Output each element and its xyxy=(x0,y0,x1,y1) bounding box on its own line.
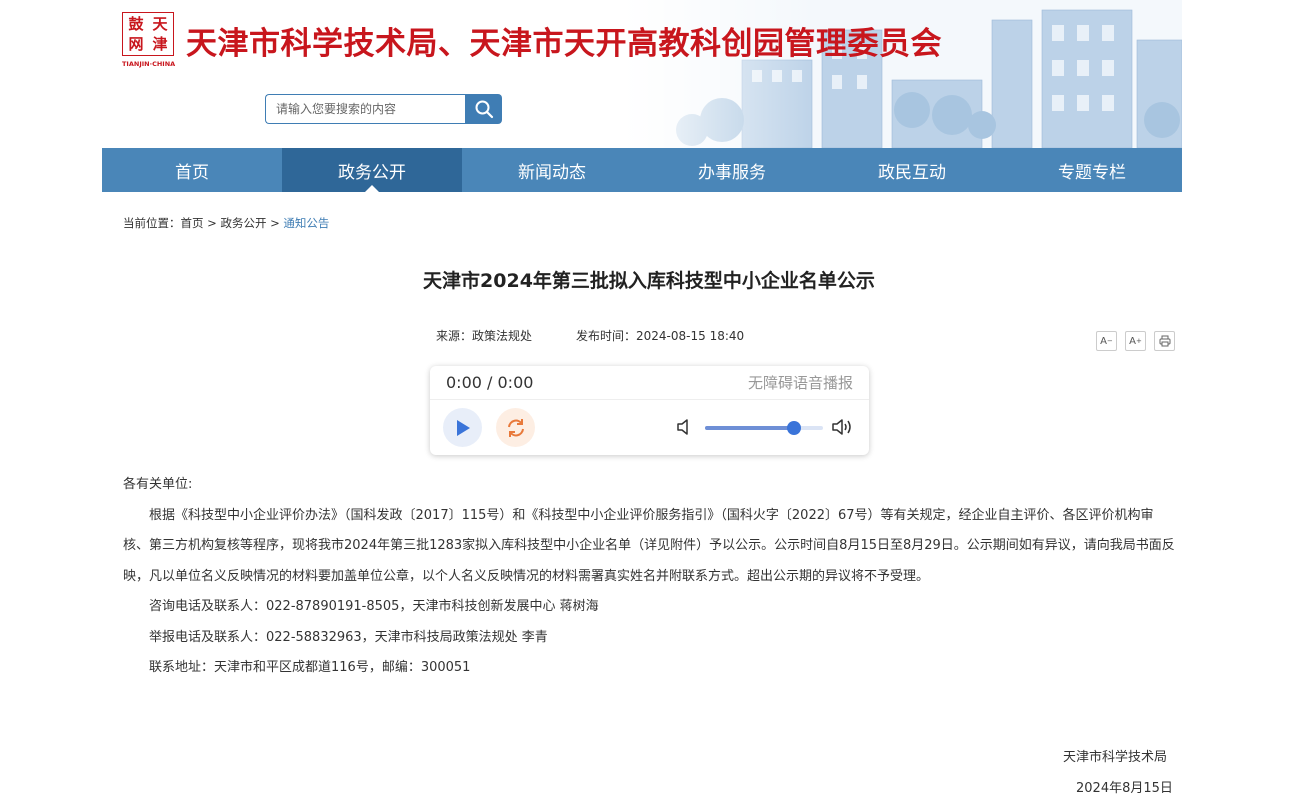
logo-char: 天 xyxy=(152,15,168,33)
nav-item-home[interactable]: 首页 xyxy=(102,148,282,192)
search-bar xyxy=(265,94,502,124)
volume-slider[interactable] xyxy=(705,421,823,435)
volume-low-button[interactable] xyxy=(676,418,694,440)
nav-item-topics[interactable]: 专题专栏 xyxy=(1002,148,1182,192)
print-icon xyxy=(1159,335,1170,347)
breadcrumb-separator: > xyxy=(207,216,217,230)
loop-icon xyxy=(507,418,524,437)
logo-char: 网 xyxy=(128,35,144,53)
volume-high-button[interactable] xyxy=(831,418,853,440)
article-greeting: 各有关单位: xyxy=(123,477,193,492)
nav-item-services[interactable]: 办事服务 xyxy=(642,148,822,192)
article-source: 来源：政策法规处 xyxy=(436,329,533,343)
logo-seal: 鼓 天 网 津 xyxy=(122,12,174,56)
article-meta: 来源：政策法规处 发布时间：2024-08-15 18:40 xyxy=(436,327,744,344)
breadcrumb-notices[interactable]: 通知公告 xyxy=(283,216,329,230)
breadcrumb-prefix: 当前位置： xyxy=(123,216,181,230)
nav-item-news[interactable]: 新闻动态 xyxy=(462,148,642,192)
font-increase-button[interactable]: A + xyxy=(1125,331,1146,351)
search-input[interactable] xyxy=(265,94,465,124)
volume-low-icon xyxy=(677,419,688,435)
report-contact: 举报电话及联系人：022-58832963，天津市科技局政策法规处 李青 xyxy=(149,629,548,645)
nav-item-government-affairs[interactable]: 政务公开 xyxy=(282,148,462,192)
site-title: 天津市科学技术局、天津市天开高教科创园管理委员会 xyxy=(186,26,942,62)
nav-item-interaction[interactable]: 政民互动 xyxy=(822,148,1002,192)
search-icon xyxy=(475,100,493,119)
contact-address: 联系地址：天津市和平区成都道116号，邮编：300051 xyxy=(149,660,471,675)
article-tools: A − A + xyxy=(1096,331,1175,351)
site-logo[interactable]: 鼓 天 网 津 TIANJIN·CHINA xyxy=(122,12,178,74)
player-time: 0:00 / 0:00 xyxy=(446,373,534,392)
article-title: 天津市2024年第三批拟入库科技型中小企业名单公示 xyxy=(423,270,875,292)
breadcrumb-government-affairs[interactable]: 政务公开 xyxy=(220,216,266,230)
site-header: 鼓 天 网 津 TIANJIN·CHINA 天津市科学技术局、天津市天开高教科创… xyxy=(102,0,1182,148)
article-content: 各有关单位: 根据《科技型中小企业评价办法》（国科发政〔2017〕115号）和《… xyxy=(123,470,1175,684)
player-header: 0:00 / 0:00 无障碍语音播报 xyxy=(430,366,869,400)
loop-button[interactable] xyxy=(496,408,535,447)
logo-char: 鼓 xyxy=(128,15,144,33)
article-paragraph: 根据《科技型中小企业评价办法》（国科发政〔2017〕115号）和《科技型中小企业… xyxy=(123,507,1175,584)
logo-char: 津 xyxy=(152,35,168,53)
audio-player: 0:00 / 0:00 无障碍语音播报 xyxy=(430,366,869,455)
breadcrumb-separator: > xyxy=(270,216,280,230)
player-label: 无障碍语音播报 xyxy=(747,374,853,392)
signature-date: 2024年8月15日 xyxy=(1076,781,1173,796)
play-button[interactable] xyxy=(443,408,482,447)
search-button[interactable] xyxy=(465,94,502,124)
print-button[interactable] xyxy=(1154,331,1175,351)
play-icon xyxy=(456,419,470,436)
font-increase-label: A xyxy=(1129,335,1136,347)
main-nav: 首页 政务公开 新闻动态 办事服务 政民互动 专题专栏 xyxy=(102,148,1182,192)
player-controls xyxy=(430,400,869,455)
font-decrease-label: A xyxy=(1100,335,1107,347)
consult-contact: 咨询电话及联系人：022-87890191-8505，天津市科技创新发展中心 蒋… xyxy=(149,599,599,614)
font-decrease-button[interactable]: A − xyxy=(1096,331,1117,351)
article-publish-time: 发布时间：2024-08-15 18:40 xyxy=(576,329,745,343)
volume-slider-handle[interactable] xyxy=(786,421,801,435)
signature-org: 天津市科学技术局 xyxy=(1063,750,1168,765)
volume-high-icon xyxy=(832,419,851,435)
breadcrumb: 当前位置：首页 > 政务公开 > 通知公告 xyxy=(123,215,329,231)
logo-english-text: TIANJIN·CHINA xyxy=(122,60,176,68)
volume-slider-fill xyxy=(705,426,794,430)
breadcrumb-home[interactable]: 首页 xyxy=(181,216,204,230)
